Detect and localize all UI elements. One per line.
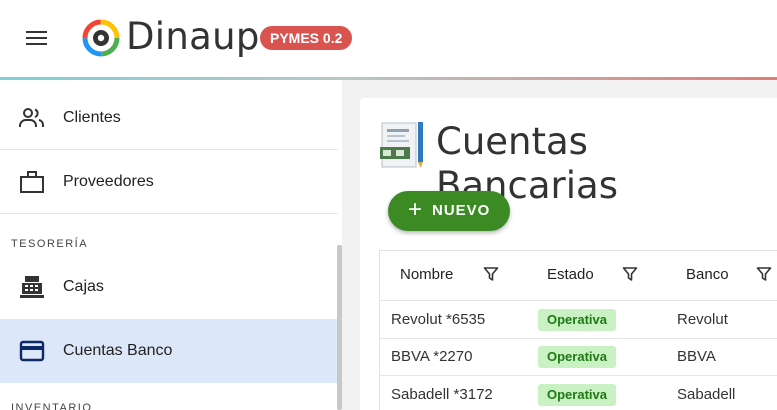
sidebar-item-label: Cajas <box>63 278 104 295</box>
status-badge: Operativa <box>538 384 616 406</box>
hamburger-menu-button[interactable] <box>26 29 48 47</box>
sidebar-item-proveedores[interactable]: Proveedores <box>0 150 338 214</box>
people-icon <box>19 108 44 127</box>
filter-icon[interactable] <box>756 266 772 282</box>
briefcase-icon <box>20 171 44 193</box>
filter-icon[interactable] <box>483 266 499 282</box>
cell-nombre[interactable]: Sabadell *3172 <box>391 376 493 410</box>
cash-register-icon <box>20 276 44 298</box>
app-header: Dinaup PYMES 0.2 <box>0 0 777 79</box>
version-badge: PYMES 0.2 <box>260 26 353 50</box>
new-button-label: NUEVO <box>432 202 491 219</box>
cell-nombre[interactable]: BBVA *2270 <box>391 338 472 376</box>
section-header-inventario: INVENTARIO <box>11 402 93 410</box>
new-button[interactable]: + NUEVO <box>388 191 510 231</box>
column-header-banco[interactable]: Banco <box>686 250 729 300</box>
sidebar-item-label: Proveedores <box>63 173 154 190</box>
plus-icon: + <box>408 196 424 223</box>
bank-document-icon <box>380 122 423 168</box>
sidebar-scrollbar[interactable] <box>337 245 342 410</box>
section-header-tesoreria: TESORERÍA <box>11 238 89 250</box>
sidebar-item-clientes[interactable]: Clientes <box>0 86 338 150</box>
credit-card-icon <box>19 340 45 362</box>
cell-banco: Sabadell <box>677 386 736 403</box>
sidebar-item-label: Clientes <box>63 109 121 126</box>
sidebar-item-cajas[interactable]: Cajas <box>0 255 338 319</box>
sidebar-item-label: Cuentas Banco <box>63 342 173 359</box>
brand-name: Dinaup <box>126 15 260 58</box>
dinaup-logo-icon <box>82 19 120 57</box>
cell-banco: Revolut <box>677 311 728 328</box>
cell-nombre[interactable]: Revolut *6535 <box>391 301 485 339</box>
filter-icon[interactable] <box>622 266 638 282</box>
cell-banco: BBVA <box>677 348 716 365</box>
status-badge: Operativa <box>538 346 616 368</box>
divider <box>0 213 338 214</box>
sidebar-item-cuentas-banco[interactable]: Cuentas Banco <box>0 319 338 383</box>
column-header-estado[interactable]: Estado <box>547 250 594 300</box>
column-header-nombre[interactable]: Nombre <box>400 250 453 300</box>
status-badge: Operativa <box>538 309 616 331</box>
